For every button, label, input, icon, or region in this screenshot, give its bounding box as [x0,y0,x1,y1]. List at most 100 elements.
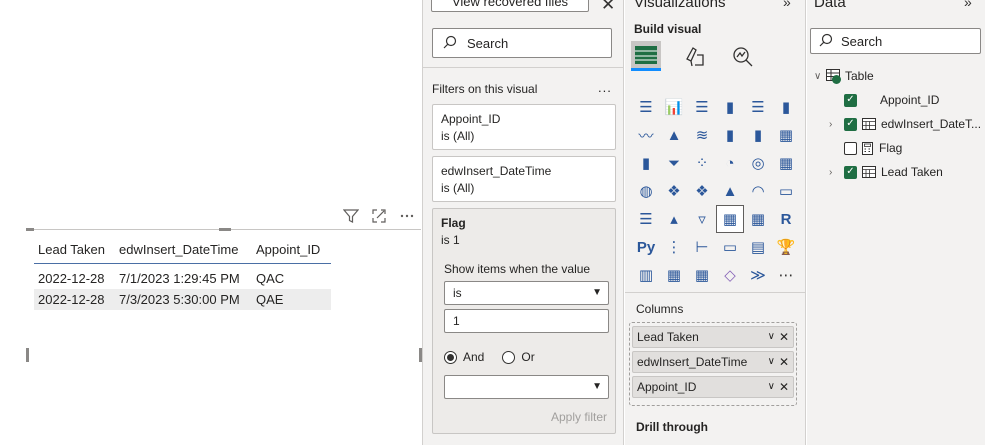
stacked-column-chart-icon[interactable]: 📊 [660,93,688,121]
stacked-bar-chart-icon[interactable]: ☰ [632,93,660,121]
diamond-visual-icon[interactable]: ◇ [716,261,744,289]
line-chart-icon[interactable]: 〰 [632,121,660,149]
field-checkbox-checked[interactable]: ✓ [844,117,857,131]
filters-search-input[interactable]: Search [432,28,612,58]
resize-handle[interactable] [26,348,29,362]
filter-icon[interactable] [342,207,360,225]
tree-field-appoint-id[interactable]: ✓ Appoint_ID [844,93,939,107]
table-visual[interactable]: Lead Taken edwInsert_DateTime Appoint_ID… [26,228,422,445]
treemap-icon[interactable]: ▦ [772,149,800,177]
filter-value-input[interactable]: 1 [444,309,609,333]
donut-chart-icon[interactable]: ◎ [744,149,772,177]
card-icon[interactable]: ▭ [772,177,800,205]
slicer-icon[interactable]: ▿ [688,205,716,233]
column-header-edwinsert-datetime[interactable]: edwInsert_DateTime [115,242,252,257]
more-options-icon[interactable]: ... [598,80,612,95]
clustered-bar-chart-icon[interactable]: ☰ [688,93,716,121]
gauge-icon[interactable]: ◠ [744,177,772,205]
table-row[interactable]: 2022-12-28 7/3/2023 5:30:00 PM QAE [34,289,331,310]
chevron-down-icon[interactable]: ∨ [768,377,775,397]
data-search-input[interactable]: Search [810,28,981,54]
and-radio[interactable] [444,351,457,364]
filter-card-edwinsert-datetime[interactable]: edwInsert_DateTime is (All) [432,156,616,202]
second-operator-dropdown[interactable]: ▼ [444,375,609,399]
matrix-icon[interactable]: ▦ [744,205,772,233]
collapse-icon[interactable]: » [964,0,972,10]
100-stacked-column-chart-icon[interactable]: ▮ [772,93,800,121]
chevron-down-icon: ▼ [592,287,602,298]
operator-dropdown[interactable]: is ▼ [444,281,609,305]
apply-filter-button[interactable]: Apply filter [551,409,607,426]
ribbon-chart-icon[interactable]: ▦ [772,121,800,149]
chevron-right-icon[interactable]: › [829,119,841,130]
columns-field-well[interactable]: Lead Taken ∨ ✕ edwInsert_DateTime ∨ ✕ Ap… [629,322,797,406]
field-checkbox-unchecked[interactable] [844,141,857,155]
map-icon[interactable]: ◍ [632,177,660,205]
remove-field-icon[interactable]: ✕ [779,352,789,372]
more-options-icon[interactable] [398,207,416,225]
tree-table[interactable]: ∨ Table [814,69,874,84]
chevron-visual-icon[interactable]: ≫ [744,261,772,289]
smart-narrative-icon[interactable]: ▤ [744,233,772,261]
chevron-right-icon[interactable]: › [829,167,841,178]
resize-handle[interactable] [26,228,34,231]
scatter-chart-icon[interactable]: ⁘ [688,149,716,177]
tree-field-edwinsert-datetime[interactable]: › ✓ edwInsert_DateT... [829,117,981,131]
power-apps-icon[interactable]: ▦ [660,261,688,289]
waterfall-chart-icon[interactable]: ▮ [632,149,660,177]
filter-card-flag[interactable]: Flag is 1 Show items when the value is ▼… [432,208,616,434]
format-visual-tab-icon[interactable] [679,41,709,71]
decomposition-tree-icon[interactable]: ⊢ [688,233,716,261]
collapse-icon[interactable]: » [783,0,791,10]
line-stacked-column-icon[interactable]: ▮ [744,121,772,149]
key-influencers-icon[interactable]: ⋮ [660,233,688,261]
stacked-area-chart-icon[interactable]: ≋ [688,121,716,149]
field-pill-appoint-id[interactable]: Appoint_ID ∨ ✕ [632,376,794,398]
r-visual-icon[interactable]: R [772,205,800,233]
tree-field-flag[interactable]: Flag [844,141,902,155]
tree-field-lead-taken[interactable]: › ✓ Lead Taken [829,165,943,179]
column-header-lead-taken[interactable]: Lead Taken [34,242,115,257]
pie-chart-icon[interactable]: ◔ [716,149,744,177]
line-clustered-column-icon[interactable]: ▮ [716,121,744,149]
field-pill-edwinsert-datetime[interactable]: edwInsert_DateTime ∨ ✕ [632,351,794,373]
shape-map-icon[interactable]: ❖ [688,177,716,205]
field-checkbox-checked[interactable]: ✓ [844,93,857,107]
remove-field-icon[interactable]: ✕ [779,327,789,347]
or-radio[interactable] [502,351,516,364]
table-icon[interactable]: ▦ [716,205,744,233]
resize-handle[interactable] [219,228,231,231]
analytics-tab-icon[interactable] [727,41,757,71]
metrics-icon[interactable]: 🏆 [772,233,800,261]
paginated-report-icon[interactable]: ▥ [632,261,660,289]
qa-icon[interactable]: ▭ [716,233,744,261]
filled-map-icon[interactable]: ❖ [660,177,688,205]
table-row[interactable]: 2022-12-28 7/1/2023 1:29:45 PM QAC [34,268,331,289]
chevron-down-icon[interactable]: ∨ [768,352,775,372]
power-automate-icon[interactable]: ▦ [688,261,716,289]
remove-field-icon[interactable]: ✕ [779,377,789,397]
build-visual-tab-icon[interactable] [631,41,661,71]
filter-card-appoint-id[interactable]: Appoint_ID is (All) [432,104,616,150]
report-canvas[interactable]: Lead Taken edwInsert_DateTime Appoint_ID… [0,0,422,445]
kpi-icon[interactable]: ▴ [660,205,688,233]
funnel-chart-icon[interactable]: ⏷ [660,149,688,177]
field-checkbox-checked[interactable]: ✓ [844,165,857,179]
more-visuals-icon[interactable]: ⋯ [772,261,800,289]
field-pill-lead-taken[interactable]: Lead Taken ∨ ✕ [632,326,794,348]
table-cell: 2022-12-28 [38,292,105,307]
focus-mode-icon[interactable] [370,207,388,225]
clustered-column-chart-icon[interactable]: ▮ [716,93,744,121]
close-icon[interactable]: ✕ [601,0,615,15]
multi-row-card-icon[interactable]: ☰ [632,205,660,233]
divider [625,292,805,293]
filter-value: 1 [453,314,460,328]
column-header-appoint-id[interactable]: Appoint_ID [252,242,331,257]
chevron-down-icon[interactable]: ∨ [814,71,826,82]
python-visual-icon[interactable]: Py [632,233,660,261]
area-chart-icon[interactable]: ▲ [660,121,688,149]
100-stacked-bar-chart-icon[interactable]: ☰ [744,93,772,121]
azure-map-icon[interactable]: ▲ [716,177,744,205]
chevron-down-icon[interactable]: ∨ [768,327,775,347]
view-recovered-files-button[interactable]: View recovered files [431,0,589,12]
